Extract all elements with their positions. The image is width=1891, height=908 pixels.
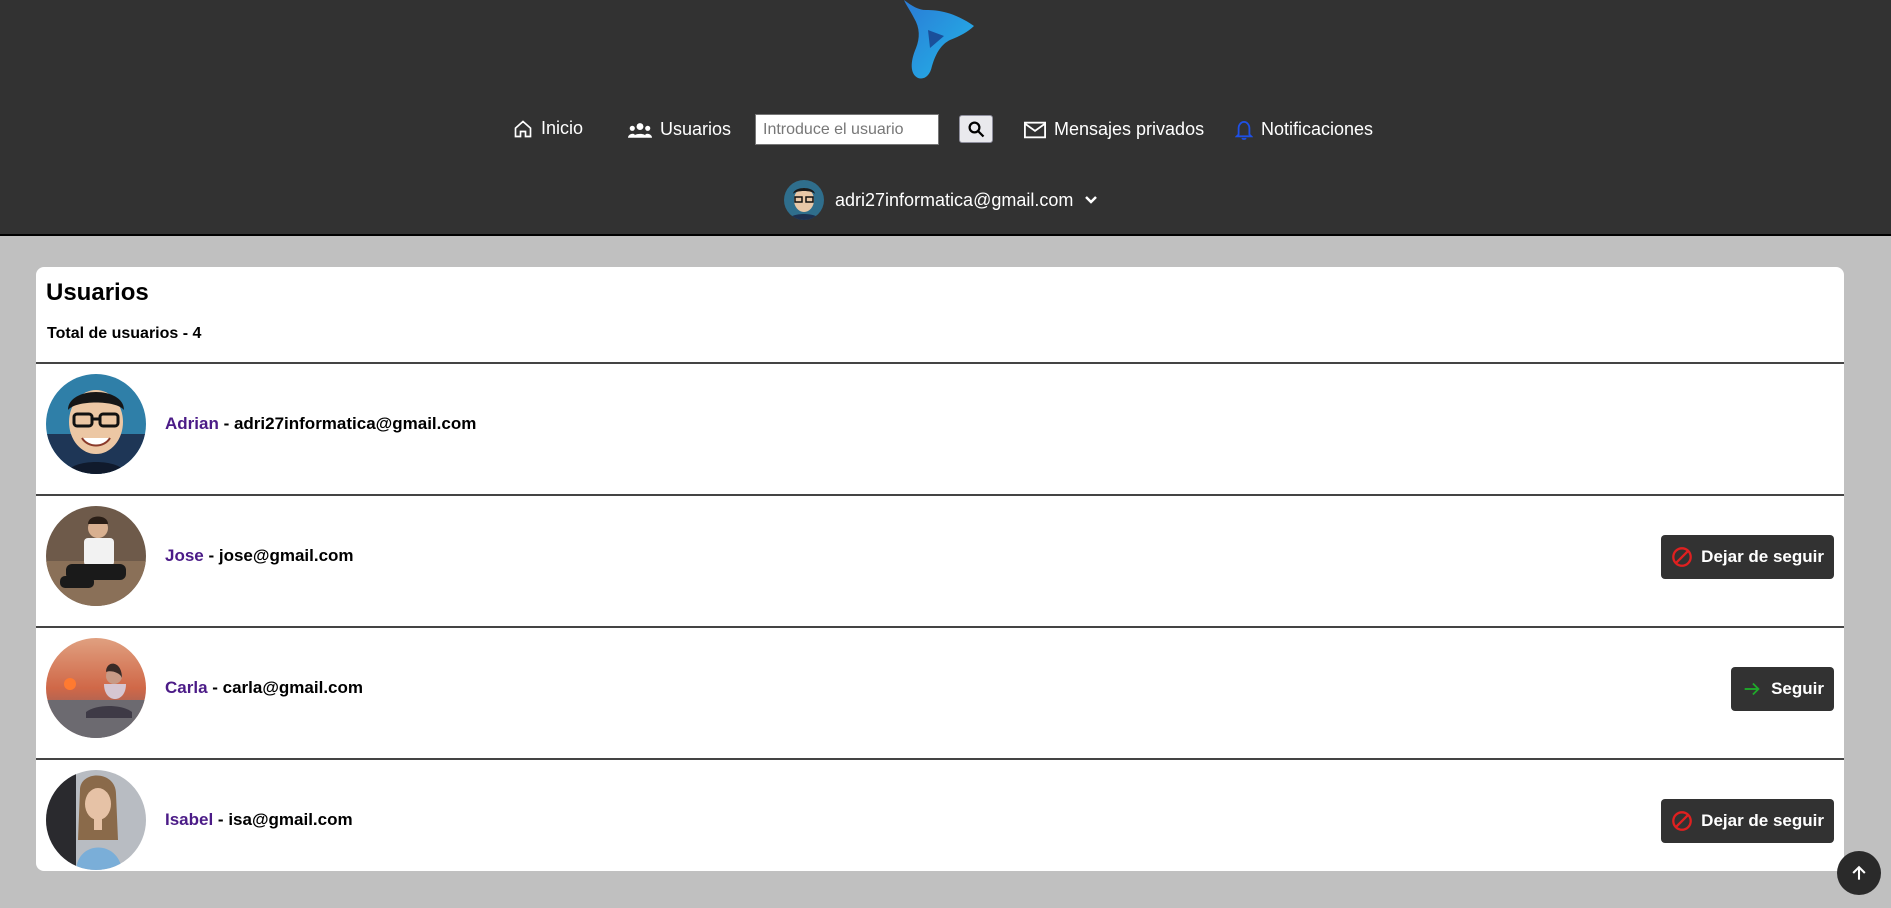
nav-mensajes[interactable]: Mensajes privados bbox=[1024, 119, 1204, 140]
search-button[interactable] bbox=[959, 115, 993, 143]
nav-notificaciones-label: Notificaciones bbox=[1261, 119, 1374, 139]
user-email: carla@gmail.com bbox=[222, 678, 363, 697]
avatar[interactable] bbox=[46, 374, 146, 474]
arrow-right-icon bbox=[1744, 682, 1760, 696]
list-item: Isabel - isa@gmail.com Dejar de seguir bbox=[36, 758, 1844, 871]
avatar bbox=[784, 180, 824, 220]
unfollow-label: Dejar de seguir bbox=[1701, 811, 1824, 830]
avatar[interactable] bbox=[46, 770, 146, 870]
nav-notificaciones[interactable]: Notificaciones bbox=[1235, 119, 1373, 140]
list-item: Jose - jose@gmail.com Dejar de seguir bbox=[36, 494, 1844, 626]
nav-inicio-label: Inicio bbox=[541, 118, 584, 138]
current-user-email: adri27informatica@gmail.com bbox=[835, 189, 1074, 210]
page-title: Usuarios bbox=[46, 279, 149, 306]
user-info: Jose - jose@gmail.com bbox=[165, 546, 354, 566]
unfollow-button[interactable]: Dejar de seguir bbox=[1661, 799, 1834, 843]
users-card: Usuarios Total de usuarios - 4 Adrian - … bbox=[36, 267, 1844, 871]
nav-usuarios-label: Usuarios bbox=[660, 119, 732, 139]
separator: - bbox=[218, 414, 234, 433]
avatar[interactable] bbox=[46, 638, 146, 738]
separator: - bbox=[203, 546, 219, 565]
nav-inicio[interactable]: Inicio bbox=[513, 118, 583, 139]
user-email: adri27informatica@gmail.com bbox=[233, 414, 477, 433]
user-name-link[interactable]: Isabel bbox=[165, 810, 213, 829]
avatar[interactable] bbox=[46, 506, 146, 606]
mail-icon bbox=[1024, 121, 1046, 138]
user-info: Adrian - adri27informatica@gmail.com bbox=[165, 414, 476, 434]
follow-label: Seguir bbox=[1771, 679, 1824, 698]
ban-icon bbox=[1672, 811, 1693, 831]
logo-icon[interactable] bbox=[898, 0, 978, 80]
user-email: jose@gmail.com bbox=[218, 546, 354, 565]
search-input[interactable] bbox=[755, 114, 939, 145]
top-header: Inicio Usuarios Mensajes privados Notifi… bbox=[0, 0, 1891, 236]
users-total: Total de usuarios - 4 bbox=[47, 325, 202, 342]
user-email: isa@gmail.com bbox=[228, 810, 353, 829]
chevron-down-icon bbox=[1085, 196, 1098, 204]
nav-usuarios[interactable]: Usuarios bbox=[628, 119, 731, 140]
bell-icon bbox=[1235, 120, 1253, 140]
arrow-up-icon bbox=[1852, 865, 1866, 880]
user-info: Isabel - isa@gmail.com bbox=[165, 810, 353, 830]
search-icon bbox=[968, 121, 985, 138]
list-item: Carla - carla@gmail.com Seguir bbox=[36, 626, 1844, 758]
unfollow-label: Dejar de seguir bbox=[1701, 547, 1824, 566]
scroll-top-button[interactable] bbox=[1837, 851, 1881, 895]
home-icon bbox=[514, 119, 532, 137]
user-name-link[interactable]: Jose bbox=[165, 546, 204, 565]
user-name-link[interactable]: Adrian bbox=[165, 414, 219, 433]
users-icon bbox=[628, 122, 652, 138]
unfollow-button[interactable]: Dejar de seguir bbox=[1661, 535, 1834, 579]
nav-mensajes-label: Mensajes privados bbox=[1054, 119, 1205, 139]
list-item: Adrian - adri27informatica@gmail.com bbox=[36, 362, 1844, 494]
user-name-link[interactable]: Carla bbox=[165, 678, 208, 697]
separator: - bbox=[213, 810, 229, 829]
follow-button[interactable]: Seguir bbox=[1731, 667, 1834, 711]
user-menu[interactable]: adri27informatica@gmail.com bbox=[784, 180, 1098, 220]
user-info: Carla - carla@gmail.com bbox=[165, 678, 363, 698]
ban-icon bbox=[1672, 547, 1693, 567]
separator: - bbox=[207, 678, 223, 697]
